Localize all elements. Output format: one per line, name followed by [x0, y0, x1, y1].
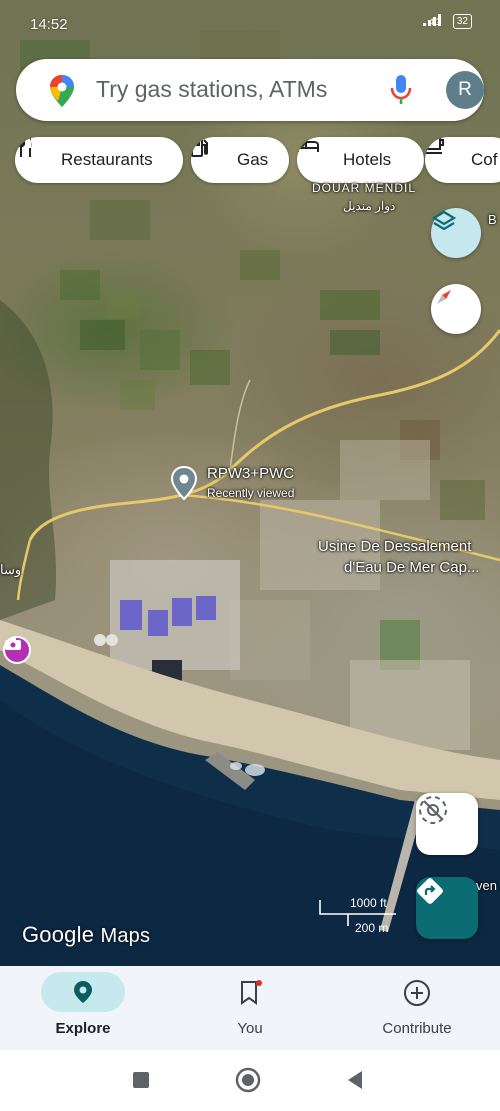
scale-imperial: 1000 ft	[350, 896, 387, 910]
gas-pump-icon	[191, 137, 227, 171]
selected-place-name[interactable]: RPW3+PWC	[207, 465, 294, 482]
bed-icon	[297, 139, 333, 171]
poi-label-desalination-plant[interactable]: Usine De Dessalement d'Eau De Mer Cap...	[318, 536, 479, 578]
fork-knife-icon	[17, 137, 51, 171]
google-maps-watermark: Google Maps	[22, 922, 150, 948]
chip-hotels[interactable]: Hotels	[297, 137, 424, 183]
nav-you[interactable]: You	[167, 966, 333, 1050]
recents-icon[interactable]	[132, 1071, 150, 1094]
chip-restaurants[interactable]: Restaurants	[15, 137, 183, 183]
map-label-douar-mendil-arabic: دوار منديل	[343, 199, 396, 213]
bookmark-icon	[239, 980, 263, 1011]
chip-label: Hotels	[343, 150, 392, 169]
map-view[interactable]: 14:52 4G 32 Try gas stations, ATMs	[0, 0, 500, 966]
map-label-edge-ven: ven	[476, 878, 497, 893]
directions-button[interactable]	[416, 877, 478, 939]
scale-metric: 200 m	[355, 921, 389, 935]
map-label-douar-mendil: DOUAR MENDIL	[312, 181, 417, 195]
system-navigation-bar	[0, 1050, 500, 1111]
poi-label-line1: Usine De Dessalement	[318, 538, 472, 555]
nav-label: Explore	[55, 1020, 111, 1037]
battery-icon: 32	[452, 14, 472, 29]
chip-gas[interactable]: Gas	[191, 137, 289, 183]
compass-button[interactable]	[431, 284, 481, 334]
nav-label: Contribute	[382, 1020, 452, 1037]
status-bar-time: 14:52	[30, 16, 68, 33]
my-location-button[interactable]	[416, 793, 478, 855]
selected-place-subtitle: Recently viewed	[207, 486, 295, 500]
nav-contribute[interactable]: Contribute	[334, 966, 500, 1050]
bottom-navigation: Explore You Contribute	[0, 966, 500, 1050]
chip-label: Cof	[471, 150, 498, 169]
layers-button[interactable]	[431, 208, 481, 258]
watermark-product: Maps	[100, 925, 151, 947]
home-icon[interactable]	[235, 1067, 261, 1098]
nav-explore[interactable]: Explore	[0, 966, 166, 1050]
photo-poi-marker[interactable]	[3, 636, 31, 664]
watermark-brand: Google	[22, 922, 95, 947]
back-icon[interactable]	[346, 1070, 364, 1095]
coffee-icon	[425, 137, 461, 171]
chip-label: Restaurants	[61, 150, 153, 169]
plus-circle-icon	[403, 979, 431, 1012]
explore-pin-icon	[73, 980, 93, 1009]
search-placeholder[interactable]: Try gas stations, ATMs	[96, 76, 327, 103]
chip-label: Gas	[237, 150, 269, 169]
map-label-edge-b: B	[488, 212, 497, 227]
status-bar-indicators: 4G 32	[422, 14, 472, 29]
account-avatar[interactable]: R	[446, 71, 484, 109]
poi-label-line2: d'Eau De Mer Cap...	[344, 559, 480, 576]
search-bar[interactable]: Try gas stations, ATMs R	[16, 59, 484, 121]
nav-label: You	[237, 1020, 263, 1037]
chip-coffee[interactable]: Cof	[425, 137, 500, 183]
map-label-edge-arabic: وسا	[0, 562, 22, 577]
